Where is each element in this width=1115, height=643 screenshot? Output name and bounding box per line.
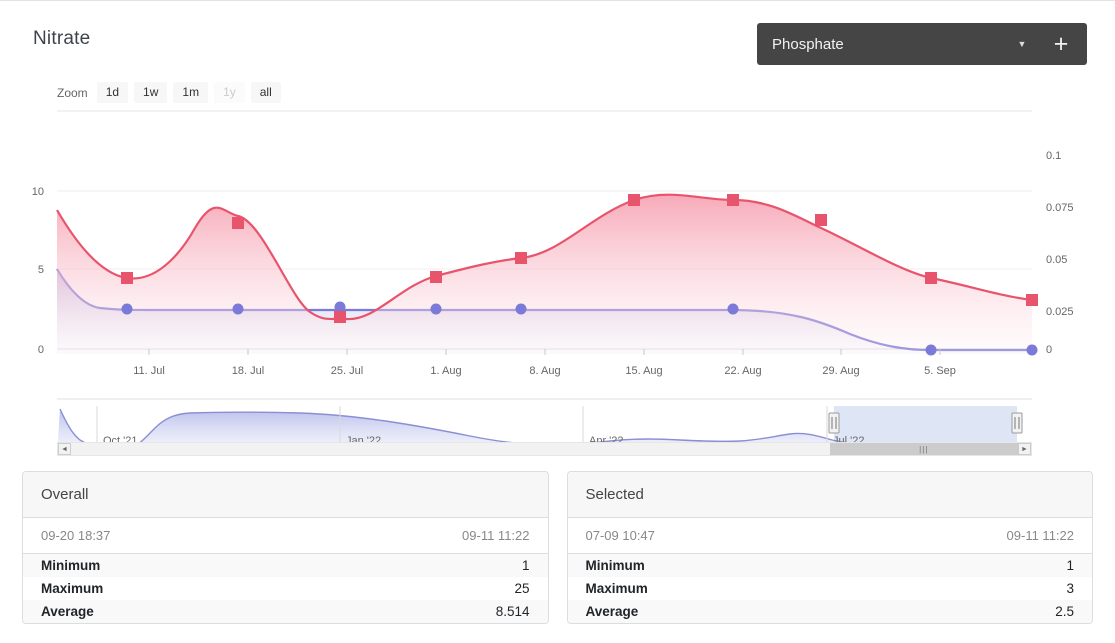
navigator-handle-left[interactable] <box>828 412 840 434</box>
xaxis-label: 18. Jul <box>232 365 264 377</box>
sensor-chart-page: Nitrate Phosphate ▼ + Zoom 1d 1w 1m 1y a… <box>0 0 1115 643</box>
navigator-scrollbar[interactable]: ◄ ||| ► <box>57 442 1032 456</box>
range-start: 09-20 18:37 <box>41 528 111 543</box>
series-nitrate-area <box>57 194 1032 354</box>
chart-container[interactable]: 10 5 0 0.1 0.075 0.05 0.025 0 11. Jul 18… <box>0 106 1115 451</box>
panel-title: Selected <box>567 472 1092 518</box>
xaxis-label: 1. Aug <box>430 365 461 377</box>
yaxis-left-tick-5: 5 <box>38 264 44 276</box>
stat-key: Minimum <box>41 558 101 573</box>
data-point-nitrate[interactable] <box>815 214 827 226</box>
zoom-button-1m[interactable]: 1m <box>173 82 209 103</box>
zoom-range-selector: Zoom 1d 1w 1m 1y all <box>57 82 281 103</box>
navigator-handle-right[interactable] <box>1011 412 1023 434</box>
stat-row: Minimum 1 <box>23 554 548 577</box>
data-point-phosphate[interactable] <box>121 303 133 315</box>
stat-key: Minimum <box>585 558 645 573</box>
data-point-nitrate[interactable] <box>121 272 133 284</box>
data-point-nitrate[interactable] <box>515 252 527 264</box>
series-selector[interactable]: Phosphate ▼ + <box>757 23 1087 65</box>
stat-value: 3 <box>1066 581 1074 596</box>
stat-row: Minimum 1 <box>567 554 1092 577</box>
data-point-nitrate[interactable] <box>232 217 244 229</box>
stat-key: Maximum <box>585 581 648 596</box>
data-point-phosphate[interactable] <box>925 344 937 356</box>
scrollbar-track[interactable]: ||| <box>71 443 1018 455</box>
panel-range: 07-09 10:47 09-11 11:22 <box>567 518 1092 554</box>
chart-svg[interactable]: 10 5 0 0.1 0.075 0.05 0.025 0 11. Jul 18… <box>0 106 1115 401</box>
data-point-nitrate[interactable] <box>430 271 442 283</box>
stats-panels: Overall 09-20 18:37 09-11 11:22 Minimum … <box>22 471 1093 624</box>
stat-value: 8.514 <box>495 604 530 619</box>
stat-row: Maximum 25 <box>23 577 548 600</box>
zoom-label: Zoom <box>57 85 88 100</box>
data-point-nitrate[interactable] <box>727 194 739 206</box>
yaxis-left-tick-10: 10 <box>32 186 44 198</box>
xaxis-label: 11. Jul <box>133 365 165 377</box>
triangle-left-icon[interactable]: ◄ <box>58 443 71 455</box>
stat-value: 1 <box>521 558 530 573</box>
stat-key: Average <box>585 604 639 619</box>
stat-value: 1 <box>1066 558 1074 573</box>
stat-row: Maximum 3 <box>567 577 1092 600</box>
xaxis-label: 29. Aug <box>822 365 859 377</box>
data-point-nitrate[interactable] <box>925 272 937 284</box>
yaxis-right-tick-0.025: 0.025 <box>1046 306 1074 318</box>
stat-value: 25 <box>514 581 530 596</box>
series-selector-value: Phosphate <box>772 35 844 53</box>
yaxis-right-tick-0: 0 <box>1046 344 1052 356</box>
data-point-phosphate[interactable] <box>1026 344 1038 356</box>
yaxis-left-tick-0: 0 <box>38 344 44 356</box>
panel-range: 09-20 18:37 09-11 11:22 <box>23 518 548 554</box>
data-point-nitrate[interactable] <box>628 194 640 206</box>
stat-key: Average <box>41 604 94 619</box>
panel-overall: Overall 09-20 18:37 09-11 11:22 Minimum … <box>22 471 549 624</box>
xaxis-label: 22. Aug <box>724 365 761 377</box>
stat-row: Average 2.5 <box>567 600 1092 623</box>
zoom-button-1y: 1y <box>214 82 245 103</box>
yaxis-right-tick-0.075: 0.075 <box>1046 202 1074 214</box>
panel-title: Overall <box>23 472 548 518</box>
page-title: Nitrate <box>33 28 91 49</box>
scrollbar-thumb[interactable]: ||| <box>829 443 1018 455</box>
xaxis-label: 5. Sep <box>924 365 956 377</box>
data-point-phosphate[interactable] <box>515 303 527 315</box>
triangle-right-icon[interactable]: ► <box>1018 443 1031 455</box>
xaxis-label: 8. Aug <box>529 365 560 377</box>
zoom-button-1w[interactable]: 1w <box>134 82 168 103</box>
data-point-phosphate[interactable] <box>334 301 346 313</box>
xaxis-label: 15. Aug <box>625 365 662 377</box>
range-end: 09-11 11:22 <box>1006 528 1074 543</box>
zoom-button-1d[interactable]: 1d <box>96 82 129 103</box>
data-point-phosphate[interactable] <box>727 303 739 315</box>
data-point-nitrate[interactable] <box>334 311 346 323</box>
data-point-nitrate[interactable] <box>1026 294 1038 306</box>
yaxis-right-tick-0.05: 0.05 <box>1046 254 1067 266</box>
xaxis-label: 25. Jul <box>331 365 363 377</box>
stat-row: Average 8.514 <box>23 600 548 623</box>
chevron-down-icon[interactable]: ▼ <box>1009 39 1035 49</box>
stat-key: Maximum <box>41 581 104 596</box>
stat-value: 2.5 <box>1055 604 1074 619</box>
data-point-phosphate[interactable] <box>232 303 244 315</box>
range-end: 09-11 11:22 <box>462 528 530 543</box>
range-start: 07-09 10:47 <box>585 528 655 543</box>
plus-icon[interactable]: + <box>1035 31 1087 57</box>
yaxis-right-tick-0.1: 0.1 <box>1046 150 1061 162</box>
panel-selected: Selected 07-09 10:47 09-11 11:22 Minimum… <box>566 471 1093 624</box>
zoom-button-all[interactable]: all <box>250 82 281 103</box>
data-point-phosphate[interactable] <box>430 303 442 315</box>
